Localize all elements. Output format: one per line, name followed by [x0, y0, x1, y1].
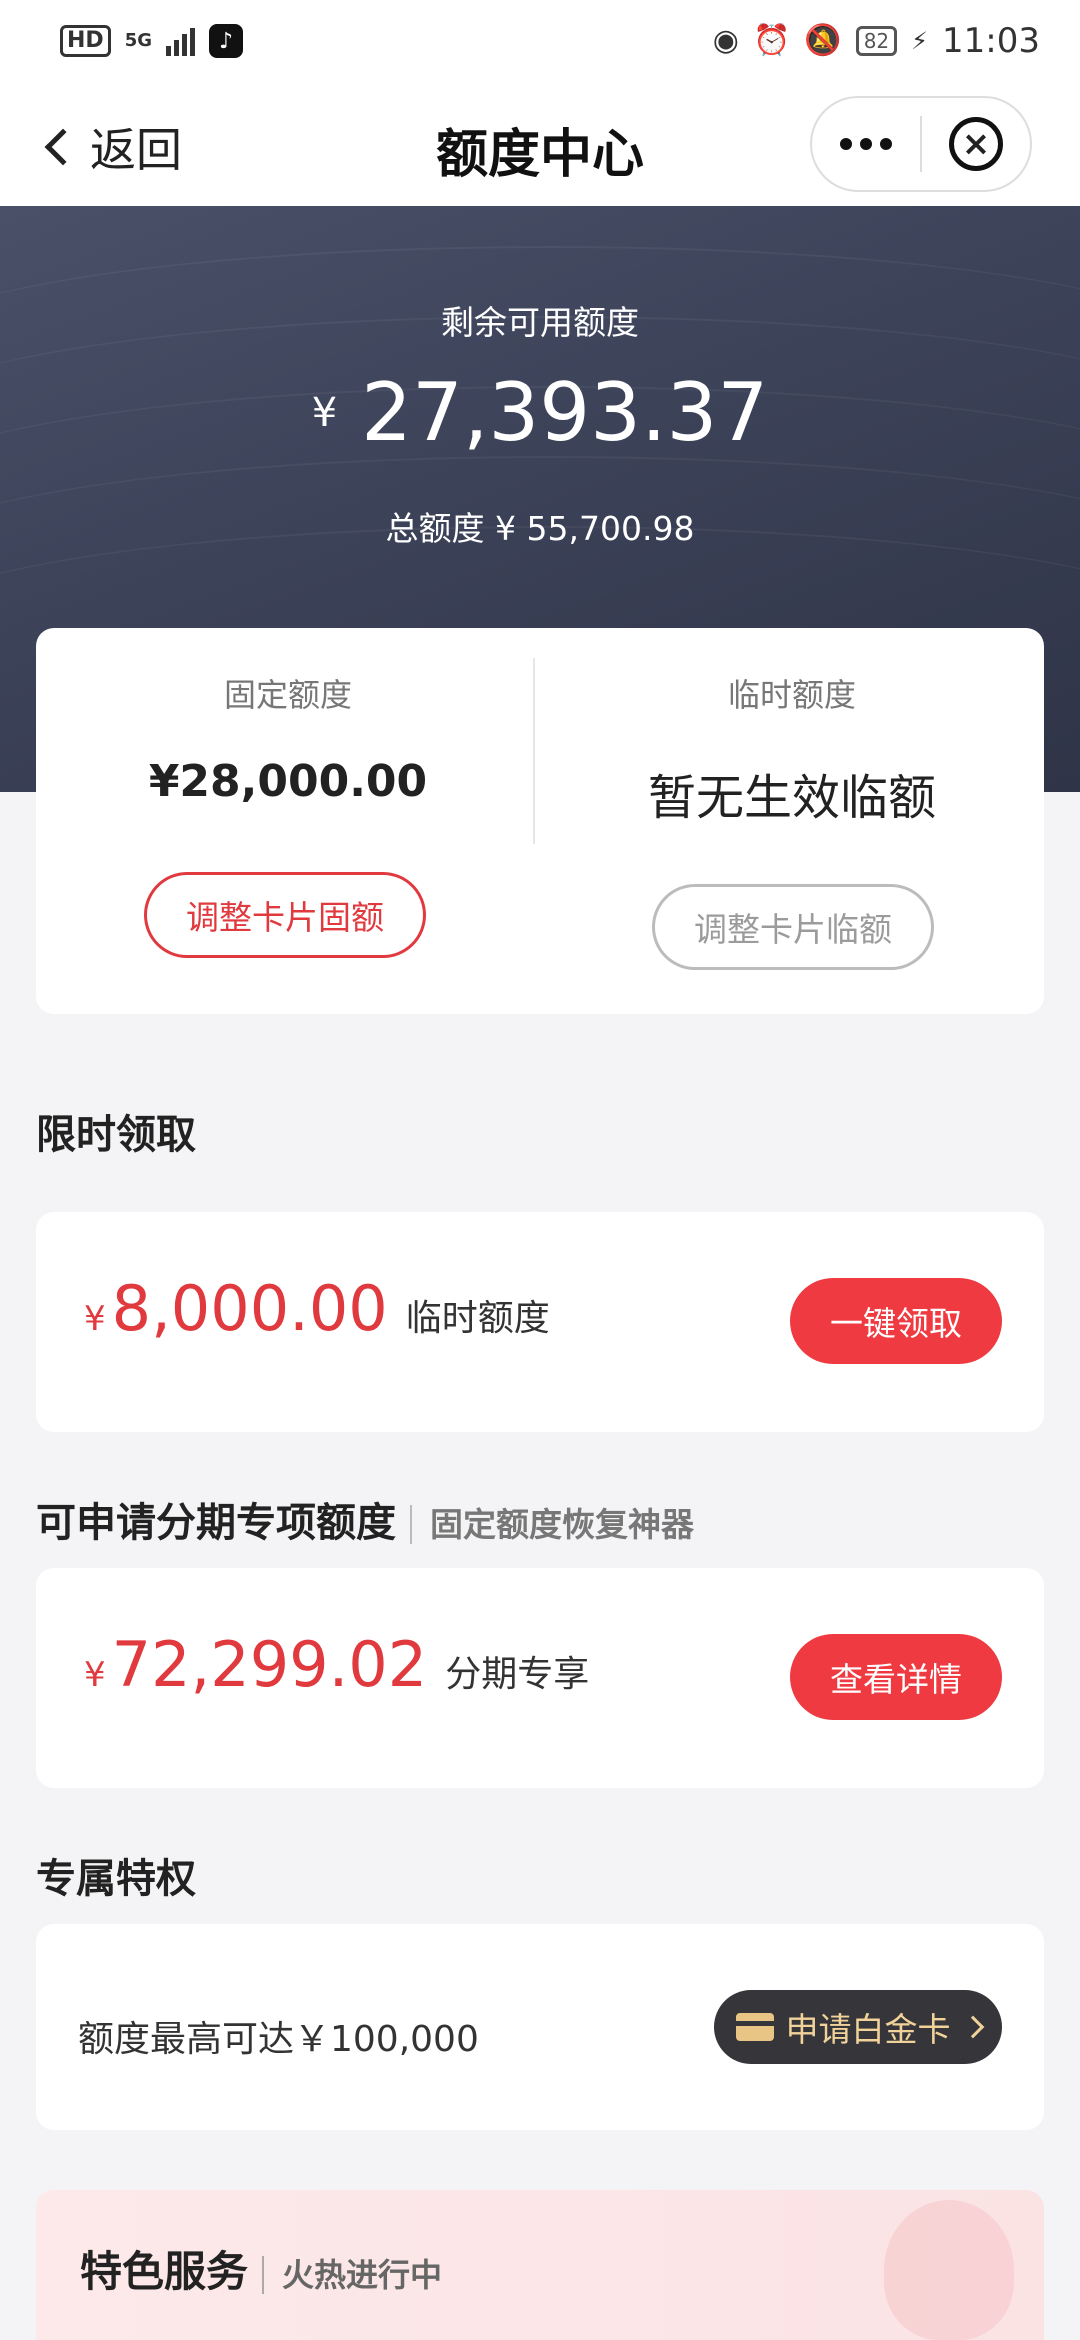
chevron-right-icon — [961, 2015, 984, 2039]
special-services-title: 特色服务 — [80, 2247, 249, 2296]
tiktok-icon: ♪ — [209, 24, 243, 58]
view-details-button[interactable]: 查看详情 — [790, 1634, 1002, 1720]
special-services-heading: 特色服务 火热进行中 — [80, 2238, 443, 2299]
temp-quota-value: 暂无生效临额 — [647, 770, 936, 826]
total-credit: 总额度 ¥ 55,700.98 — [0, 502, 1080, 550]
close-icon: × — [948, 117, 1003, 171]
installment-value: 72,299.02 — [111, 1628, 428, 1701]
alarm-icon: ⏰ — [752, 23, 791, 58]
limited-offer-desc: 临时额度 — [405, 1298, 550, 1339]
adjust-temp-quota-button[interactable]: 调整卡片临额 — [652, 884, 934, 970]
fixed-quota-column: 固定额度 ¥28,000.00 调整卡片固额 — [36, 628, 540, 1014]
privilege-card: 额度最高可达￥100,000 申请白金卡 — [36, 1924, 1044, 2130]
network-type: 5G — [124, 30, 152, 51]
temp-quota-title: 临时额度 — [727, 676, 856, 714]
charging-icon: ⚡ — [911, 27, 929, 55]
card-icon — [735, 2013, 774, 2041]
total-credit-label: 总额度 — [385, 509, 485, 548]
installment-title: 可申请分期专项额度 — [36, 1500, 396, 1546]
flame-icon — [884, 2200, 1014, 2340]
available-credit-value: 27,393.37 — [361, 366, 769, 459]
status-bar: HD 5G ♪ ◉ ⏰ 🔕 82 ⚡ 11:03 — [0, 0, 1080, 82]
temp-quota-column: 临时额度 暂无生效临额 调整卡片临额 — [540, 628, 1044, 1014]
total-credit-value: ¥ 55,700.98 — [495, 509, 695, 548]
close-button[interactable]: × — [922, 117, 1030, 171]
quota-divider — [533, 658, 535, 844]
claim-button[interactable]: 一键领取 — [790, 1278, 1002, 1364]
special-services-card: 特色服务 火热进行中 — [36, 2190, 1044, 2340]
status-right: ◉ ⏰ 🔕 82 ⚡ 11:03 — [713, 21, 1040, 61]
more-dot-icon — [880, 138, 892, 150]
quota-card: 固定额度 ¥28,000.00 调整卡片固额 临时额度 暂无生效临额 调整卡片临… — [36, 628, 1044, 1014]
signal-icon — [166, 26, 195, 56]
battery-icon: 82 — [855, 26, 898, 56]
more-dot-icon — [860, 138, 872, 150]
installment-desc: 分期专享 — [445, 1654, 590, 1695]
limited-offer-title: 限时领取 — [36, 1112, 196, 1158]
limited-offer-value: 8,000.00 — [111, 1272, 388, 1345]
limited-offer-amount: ¥ 8,000.00 临时额度 — [84, 1272, 550, 1345]
fixed-quota-title: 固定额度 — [223, 676, 352, 714]
fixed-quota-value: ¥28,000.00 — [148, 756, 428, 807]
nav-bar: 返回 额度中心 × — [0, 82, 1080, 206]
installment-card: ¥ 72,299.02 分期专享 查看详情 — [36, 1568, 1044, 1788]
installment-subtitle: 固定额度恢复神器 — [410, 1505, 694, 1544]
currency-symbol: ¥ — [311, 389, 338, 436]
mute-icon: 🔕 — [804, 23, 842, 58]
currency-symbol: ¥ — [84, 1299, 106, 1339]
hd-icon: HD — [60, 25, 111, 57]
privilege-text: 额度最高可达￥100,000 — [78, 2019, 479, 2060]
eye-icon: ◉ — [712, 23, 739, 58]
status-time: 11:03 — [942, 21, 1040, 61]
status-left: HD 5G ♪ — [60, 24, 243, 58]
more-dot-icon — [840, 138, 852, 150]
limited-offer-card: ¥ 8,000.00 临时额度 一键领取 — [36, 1212, 1044, 1432]
available-credit-amount: ¥27,393.37 — [0, 366, 1080, 459]
mini-program-capsule: × — [810, 96, 1032, 192]
special-services-subtitle: 火热进行中 — [262, 2256, 443, 2294]
currency-symbol: ¥ — [84, 1655, 106, 1695]
installment-amount: ¥ 72,299.02 分期专享 — [84, 1628, 589, 1701]
apply-platinum-button[interactable]: 申请白金卡 — [714, 1990, 1002, 2064]
privilege-title: 专属特权 — [36, 1856, 196, 1902]
available-credit-label: 剩余可用额度 — [441, 303, 639, 342]
adjust-fixed-quota-button[interactable]: 调整卡片固额 — [144, 872, 426, 958]
apply-platinum-label: 申请白金卡 — [785, 2010, 951, 2049]
installment-section-title: 可申请分期专项额度 固定额度恢复神器 — [36, 1490, 694, 1548]
more-button[interactable] — [812, 138, 920, 150]
